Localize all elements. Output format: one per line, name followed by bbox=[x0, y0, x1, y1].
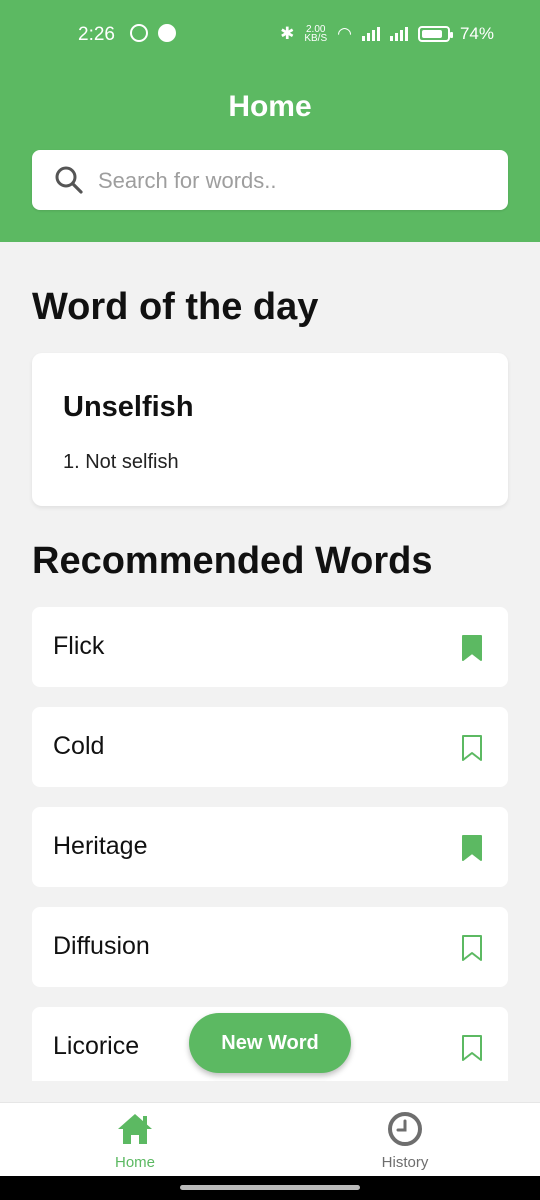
gesture-bar bbox=[0, 1176, 540, 1200]
word-of-day-definition: 1. Not selfish bbox=[63, 451, 179, 473]
app-notification-icon bbox=[158, 24, 176, 42]
battery-icon bbox=[417, 26, 453, 42]
word-of-day-word: Unselfish bbox=[63, 391, 194, 423]
status-notification-icons bbox=[130, 24, 176, 42]
search-bar[interactable] bbox=[32, 150, 508, 212]
bookmark-outline-icon[interactable] bbox=[462, 735, 482, 761]
word-label: Cold bbox=[53, 732, 105, 760]
recommended-heading: Recommended Words bbox=[32, 540, 433, 582]
search-icon bbox=[55, 166, 83, 194]
bookmark-filled-icon[interactable] bbox=[462, 835, 482, 861]
bookmark-outline-icon[interactable] bbox=[462, 1035, 482, 1061]
battery-percent: 74% bbox=[459, 24, 494, 43]
word-of-day-heading: Word of the day bbox=[32, 286, 319, 328]
bluetooth-icon: ✱ bbox=[280, 24, 295, 43]
word-row-cold[interactable]: Cold bbox=[32, 707, 508, 787]
word-row-diffusion[interactable]: Diffusion bbox=[32, 907, 508, 987]
nav-home-label: Home bbox=[114, 1154, 155, 1171]
signal-icon-2 bbox=[389, 27, 408, 41]
nav-history[interactable]: History bbox=[345, 1111, 465, 1171]
status-bar: 2:26 ✱ 2.00 KB/S ◠ 74% bbox=[0, 18, 540, 52]
search-input[interactable] bbox=[96, 150, 490, 212]
clock-icon bbox=[388, 1112, 422, 1146]
new-word-button[interactable]: New Word bbox=[189, 1013, 351, 1073]
home-gesture-pill[interactable] bbox=[180, 1185, 360, 1190]
status-system-icons: ✱ 2.00 KB/S ◠ 74% bbox=[280, 24, 494, 44]
network-speed: 2.00 KB/S bbox=[304, 25, 328, 44]
status-time: 2:26 bbox=[78, 24, 115, 45]
word-label: Licorice bbox=[53, 1032, 140, 1060]
home-icon bbox=[118, 1114, 152, 1144]
app-header: 2:26 ✱ 2.00 KB/S ◠ 74% Home bbox=[0, 0, 540, 242]
network-speed-unit: KB/S bbox=[304, 33, 328, 44]
word-label: Heritage bbox=[53, 832, 148, 860]
wifi-icon: ◠ bbox=[337, 24, 352, 43]
signal-icon bbox=[361, 27, 380, 41]
nav-home[interactable]: Home bbox=[75, 1111, 195, 1171]
word-label: Diffusion bbox=[53, 932, 150, 960]
word-row-heritage[interactable]: Heritage bbox=[32, 807, 508, 887]
word-row-flick[interactable]: Flick bbox=[32, 607, 508, 687]
bookmark-filled-icon[interactable] bbox=[462, 635, 482, 661]
page-title: Home bbox=[228, 90, 312, 123]
word-label: Flick bbox=[53, 632, 105, 660]
whatsapp-icon bbox=[130, 24, 148, 42]
bookmark-outline-icon[interactable] bbox=[462, 935, 482, 961]
bottom-navigation: Home History bbox=[0, 1102, 540, 1177]
word-of-day-card[interactable]: Unselfish 1. Not selfish bbox=[32, 353, 508, 506]
nav-history-label: History bbox=[381, 1154, 429, 1171]
